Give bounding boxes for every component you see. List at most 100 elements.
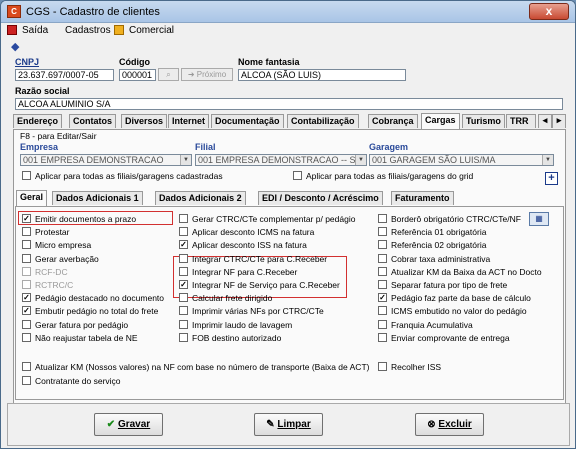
col2-label-1: Aplicar desconto ICMS na fatura	[192, 227, 315, 238]
col3-checkbox-8[interactable]	[378, 319, 387, 329]
tab-scroll-left[interactable]: ◂	[538, 114, 552, 128]
chevron-down-icon[interactable]: ▼	[180, 155, 191, 165]
col1-checkbox-3[interactable]	[22, 253, 31, 263]
tab-documentacao[interactable]: Documentação	[211, 114, 284, 128]
tab-contabilizacao[interactable]: Contabilização	[287, 114, 359, 128]
col2-checkbox-3[interactable]	[179, 253, 188, 263]
col2-checkbox-7[interactable]	[179, 306, 188, 316]
chevron-down-icon[interactable]: ▼	[355, 155, 366, 165]
col1-checkbox-2[interactable]	[22, 240, 31, 250]
tab-cobranca[interactable]: Cobrança	[368, 114, 418, 128]
excluir-button[interactable]: ⊗ Excluir	[415, 413, 484, 436]
contratante-label: Contratante do serviço	[35, 376, 121, 386]
toolbar-icon[interactable]: ◆	[11, 40, 19, 53]
razao-input[interactable]: ALCOA ALUMINIO S/A	[15, 98, 563, 110]
col2-checkbox-6[interactable]	[179, 293, 188, 303]
col3-label-7: ICMS embutido no valor do pedágio	[391, 306, 527, 317]
col3-label-2: Referência 02 obrigatória	[391, 240, 487, 251]
col3-checkbox-6[interactable]: ✓	[378, 293, 387, 303]
atualizar-km-checkbox[interactable]	[22, 362, 31, 371]
gravar-label: Gravar	[117, 419, 151, 430]
subtab-dados1[interactable]: Dados Adicionais 1	[52, 191, 143, 205]
col3-checkbox-3[interactable]	[378, 253, 387, 263]
col1-checkbox-8[interactable]	[22, 319, 31, 329]
codigo-input[interactable]: 000001	[119, 69, 156, 81]
col3-label-8: Franquia Acumulativa	[391, 319, 473, 330]
binoculars-button[interactable]: ⌕	[158, 68, 179, 81]
col2-label-4: Integrar NF para C.Receber	[192, 266, 298, 277]
aplicar-grid-checkbox[interactable]	[293, 171, 302, 180]
col3-checkbox-7[interactable]	[378, 306, 387, 316]
trash-icon: ⊗	[427, 419, 439, 430]
proximo-label: Próximo	[196, 70, 227, 79]
tab-scroll-right[interactable]: ▸	[552, 114, 566, 128]
col3-checkbox-2[interactable]	[378, 240, 387, 250]
tab-endereco[interactable]: Endereço	[13, 114, 63, 128]
col1-checkbox-9[interactable]	[22, 332, 31, 342]
tab-diversos[interactable]: Diversos	[121, 114, 168, 128]
razao-label: Razão social	[15, 86, 70, 96]
menu-comercial[interactable]: Comercial	[129, 25, 174, 36]
col1-checkbox-6[interactable]: ✓	[22, 293, 31, 303]
arrow-right-icon: ➜	[187, 70, 197, 79]
col2-checkbox-9[interactable]	[179, 332, 188, 342]
col1-checkbox-4[interactable]	[22, 266, 31, 276]
col1-label-4: RCF-DC	[35, 266, 68, 277]
tab-internet[interactable]: Internet	[168, 114, 210, 128]
tab-trr[interactable]: TRR	[506, 114, 536, 128]
col2-checkbox-8[interactable]	[179, 319, 188, 329]
empresa-select[interactable]: 001 EMPRESA DEMONSTRACAO ▼	[20, 154, 192, 166]
comercial-icon	[114, 25, 124, 35]
col3-checkbox-4[interactable]	[378, 266, 387, 276]
nome-input[interactable]: ALCOA (SÃO LUIS)	[238, 69, 406, 81]
col3-checkbox-5[interactable]	[378, 280, 387, 289]
add-button[interactable]: +	[545, 172, 558, 185]
gravar-button[interactable]: ✔ Gravar	[94, 413, 163, 436]
app-icon: C	[7, 5, 21, 18]
col1-checkbox-0[interactable]: ✓	[22, 214, 31, 223]
cnpj-label[interactable]: CNPJ	[15, 57, 39, 67]
col2-checkbox-4[interactable]	[179, 266, 188, 276]
menu-cadastros[interactable]: Cadastros	[65, 25, 111, 36]
col2-label-0: Gerar CTRC/CTe complementar p/ pedágio	[192, 214, 356, 224]
col2-checkbox-5[interactable]: ✓	[179, 280, 188, 289]
garagem-select[interactable]: 001 GARAGEM SÃO LUIS/MA ▼	[369, 154, 554, 166]
cnpj-input[interactable]: 23.637.697/0007-05	[15, 69, 114, 81]
subtab-faturamento[interactable]: Faturamento	[391, 191, 454, 205]
limpar-label: Limpar	[277, 419, 311, 430]
subtab-edi[interactable]: EDI / Desconto / Acréscimo	[258, 191, 383, 205]
aplicar-cadastradas-checkbox[interactable]	[22, 171, 31, 180]
col2-checkbox-1[interactable]	[179, 227, 188, 237]
filial-select[interactable]: 001 EMPRESA DEMONSTRACAO -- S/▼	[195, 154, 367, 166]
recolher-iss-checkbox[interactable]	[378, 362, 387, 371]
main-window: C CGS - Cadastro de clientes x Saída Cad…	[0, 0, 576, 449]
col3-checkbox-9[interactable]	[378, 332, 387, 342]
col1-checkbox-7[interactable]: ✓	[22, 306, 31, 316]
tab-contatos[interactable]: Contatos	[69, 114, 116, 128]
grid-icon[interactable]: ▦	[529, 212, 549, 226]
col2-label-2: Aplicar desconto ISS na fatura	[192, 240, 307, 251]
col1-checkbox-5[interactable]	[22, 280, 31, 289]
col1-checkbox-1[interactable]	[22, 227, 31, 237]
menu-saida[interactable]: Saída	[22, 25, 48, 36]
limpar-button[interactable]: ✎ Limpar	[254, 413, 323, 436]
col2-checkbox-0[interactable]	[179, 214, 188, 223]
col1-label-0: Emitir documentos a prazo	[35, 214, 137, 224]
empresa-label: Empresa	[20, 142, 59, 152]
edit-hint: F8 - para Editar/Sair	[20, 131, 97, 141]
tab-cargas[interactable]: Cargas	[421, 113, 460, 129]
col3-checkbox-1[interactable]	[378, 227, 387, 237]
nome-label: Nome fantasia	[238, 57, 300, 67]
subtab-geral[interactable]: Geral	[16, 190, 48, 206]
tab-turismo[interactable]: Turismo	[462, 114, 505, 128]
proximo-button[interactable]: ➜ Próximo	[181, 68, 233, 81]
tab-bar: Endereço Contatos Diversos Internet Docu…	[13, 113, 566, 129]
exit-icon	[7, 25, 17, 35]
chevron-down-icon[interactable]: ▼	[542, 155, 553, 165]
col3-checkbox-0[interactable]	[378, 214, 387, 223]
close-button[interactable]: x	[529, 3, 569, 20]
col2-checkbox-2[interactable]: ✓	[179, 240, 188, 250]
col2-label-6: Calcular frete dirigido	[192, 293, 273, 304]
contratante-checkbox[interactable]	[22, 376, 31, 385]
subtab-dados2[interactable]: Dados Adicionais 2	[155, 191, 246, 205]
